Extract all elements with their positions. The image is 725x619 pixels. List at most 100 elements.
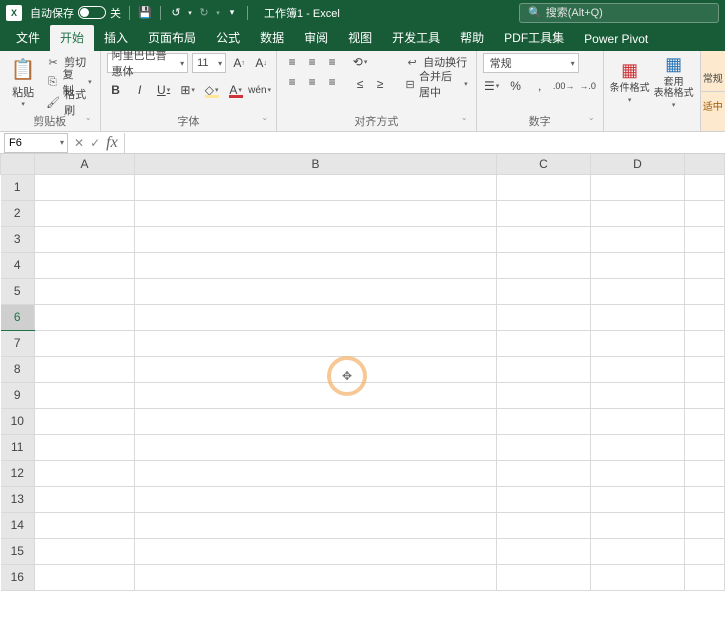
cell[interactable] (685, 200, 725, 226)
cell[interactable] (591, 512, 685, 538)
row-header-7[interactable]: 7 (1, 330, 35, 356)
cell[interactable] (35, 330, 135, 356)
percent-button[interactable]: % (507, 77, 525, 95)
orientation-button[interactable]: ⟲ (351, 53, 369, 71)
cell[interactable] (497, 434, 591, 460)
row-header-12[interactable]: 12 (1, 460, 35, 486)
cell[interactable] (591, 408, 685, 434)
cell[interactable] (35, 174, 135, 200)
cell[interactable] (35, 252, 135, 278)
format-as-table-button[interactable]: ▦ 套用 表格格式 (654, 53, 694, 111)
fill-color-button[interactable]: ◇ (203, 81, 221, 99)
cell[interactable] (497, 486, 591, 512)
col-header-D[interactable]: D (591, 154, 685, 174)
cell[interactable] (35, 486, 135, 512)
tab-审阅[interactable]: 审阅 (294, 25, 338, 51)
dropdown-icon[interactable]: ▾ (211, 9, 225, 17)
cell[interactable] (591, 538, 685, 564)
tab-文件[interactable]: 文件 (6, 25, 50, 51)
row-header-14[interactable]: 14 (1, 512, 35, 538)
formula-input[interactable] (124, 133, 725, 153)
cell[interactable] (591, 252, 685, 278)
cell[interactable] (35, 538, 135, 564)
cell[interactable] (135, 512, 497, 538)
cell[interactable] (497, 512, 591, 538)
cell[interactable] (497, 408, 591, 434)
cell[interactable] (497, 564, 591, 590)
cell[interactable] (685, 564, 725, 590)
cell[interactable] (685, 460, 725, 486)
font-color-button[interactable]: A (227, 81, 245, 99)
name-box[interactable]: F6 (4, 133, 68, 153)
cell[interactable] (591, 486, 685, 512)
cell[interactable] (35, 434, 135, 460)
cell[interactable] (35, 512, 135, 538)
cell[interactable] (685, 226, 725, 252)
cell[interactable] (685, 304, 725, 330)
cell[interactable] (591, 304, 685, 330)
cell[interactable] (591, 564, 685, 590)
cell[interactable] (135, 200, 497, 226)
align-center-icon[interactable]: ≡ (303, 73, 321, 91)
font-size-select[interactable]: 11 (192, 53, 226, 73)
cell[interactable] (135, 278, 497, 304)
increase-decimal-button[interactable]: .00→ (555, 77, 573, 95)
tab-Power Pivot[interactable]: Power Pivot (574, 28, 658, 51)
cell[interactable] (135, 408, 497, 434)
cell[interactable] (497, 252, 591, 278)
cell[interactable] (497, 382, 591, 408)
cell[interactable] (497, 278, 591, 304)
cell[interactable] (135, 564, 497, 590)
cell[interactable] (135, 304, 497, 330)
cell[interactable] (591, 460, 685, 486)
cell[interactable] (35, 200, 135, 226)
phonetic-button[interactable]: wén (251, 81, 269, 99)
cell[interactable] (35, 304, 135, 330)
cell[interactable] (591, 382, 685, 408)
cell[interactable] (685, 512, 725, 538)
cell[interactable] (35, 408, 135, 434)
row-header-13[interactable]: 13 (1, 486, 35, 512)
cell[interactable] (497, 538, 591, 564)
autosave-toggle[interactable]: 自动保存 关 (30, 5, 121, 21)
cell[interactable] (591, 356, 685, 382)
cell[interactable] (35, 356, 135, 382)
decrease-font-icon[interactable]: A↓ (252, 54, 270, 72)
col-header-A[interactable]: A (35, 154, 135, 174)
conditional-format-button[interactable]: ▦ 条件格式 (610, 53, 650, 111)
row-header-9[interactable]: 9 (1, 382, 35, 408)
spreadsheet-grid[interactable]: ABCD12345678910111213141516 ✥ (0, 154, 725, 591)
cell[interactable] (497, 226, 591, 252)
cell[interactable] (497, 304, 591, 330)
cell[interactable] (685, 486, 725, 512)
row-header-15[interactable]: 15 (1, 538, 35, 564)
row-header-5[interactable]: 5 (1, 278, 35, 304)
italic-button[interactable]: I (131, 81, 149, 99)
search-input[interactable] (546, 7, 710, 19)
row-header-16[interactable]: 16 (1, 564, 35, 590)
border-button[interactable]: ⊞ (179, 81, 197, 99)
redo-icon[interactable]: ↻ (197, 6, 211, 19)
customize-qat-icon[interactable]: ▾ (225, 7, 239, 18)
number-format-select[interactable]: 常规 (483, 53, 579, 73)
cell[interactable] (135, 252, 497, 278)
cell[interactable] (497, 200, 591, 226)
bold-button[interactable]: B (107, 81, 125, 99)
decrease-decimal-button[interactable]: →.0 (579, 77, 597, 95)
cell[interactable] (135, 486, 497, 512)
tab-PDF工具集[interactable]: PDF工具集 (494, 25, 574, 51)
tab-数据[interactable]: 数据 (250, 25, 294, 51)
tab-开始[interactable]: 开始 (50, 25, 94, 51)
tab-视图[interactable]: 视图 (338, 25, 382, 51)
align-middle-icon[interactable]: ≡ (303, 53, 321, 71)
cell[interactable] (591, 226, 685, 252)
underline-button[interactable]: U (155, 81, 173, 99)
tab-开发工具[interactable]: 开发工具 (382, 25, 450, 51)
comma-button[interactable]: , (531, 77, 549, 95)
dropdown-icon[interactable]: ▾ (183, 9, 197, 17)
cell[interactable] (685, 278, 725, 304)
row-header-10[interactable]: 10 (1, 408, 35, 434)
decrease-indent-icon[interactable]: ≤ (351, 75, 369, 93)
cell[interactable] (591, 174, 685, 200)
cell[interactable] (685, 408, 725, 434)
